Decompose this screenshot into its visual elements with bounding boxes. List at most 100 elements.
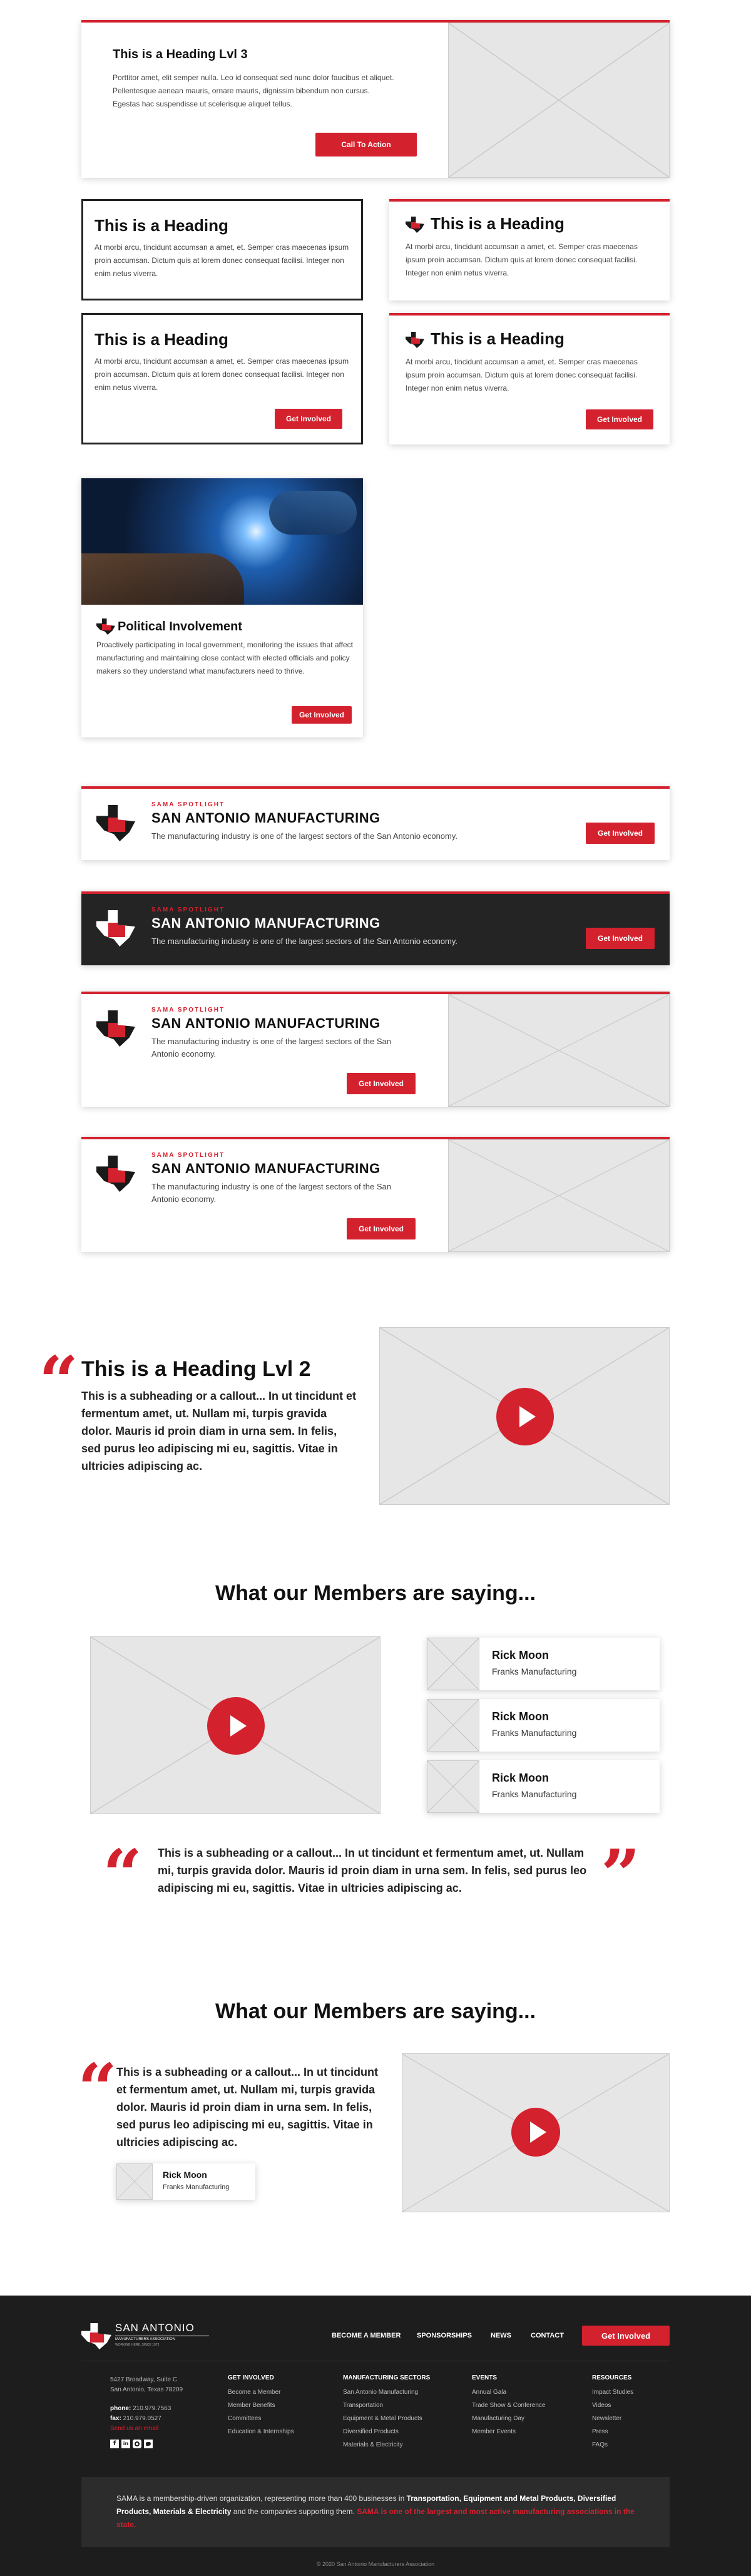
card-heading: This is a Heading [431,329,565,348]
column-link[interactable]: San Antonio Manufacturing [343,2386,418,2399]
get-involved-button[interactable]: Get Involved [275,409,342,429]
testimonial-card[interactable]: Rick Moon Franks Manufacturing [116,2163,255,2200]
logo-subtitle: MANUFACTURERS ASSOCIATION [115,2336,209,2341]
linkedin-icon[interactable]: in [121,2440,130,2448]
spotlight-kicker: SAMA SPOTLIGHT [151,1152,225,1159]
testimonial-card[interactable]: Rick Moon Franks Manufacturing [427,1638,660,1690]
card-body: At morbi arcu, tincidunt accumsan a amet… [95,243,349,278]
get-involved-button[interactable]: Get Involved [582,2326,670,2346]
nav-become-member[interactable]: BECOME A MEMBER [332,2332,401,2339]
sama-logo-icon [96,805,135,841]
card-body: At morbi arcu, tincidunt accumsan a amet… [406,357,638,393]
call-to-action-button[interactable]: Call To Action [315,133,417,157]
column-link[interactable]: Education & Internships [228,2425,294,2438]
footer-logo[interactable]: SAN ANTONIO MANUFACTURERS ASSOCIATION WO… [81,2321,210,2352]
column-link[interactable]: Member Benefits [228,2399,275,2412]
column-title: RESOURCES [592,2374,632,2381]
card-body: At morbi arcu, tincidunt accumsan a amet… [406,242,638,277]
nav-contact[interactable]: CONTACT [531,2332,564,2339]
political-involvement-card: Political Involvement Proactively partic… [81,478,363,737]
sama-logo-icon [81,2323,111,2349]
quote-mark: “ [78,2048,118,2129]
about-text: and the companies supporting them. [231,2507,357,2516]
video-placeholder[interactable] [402,2053,670,2212]
nav-news[interactable]: NEWS [491,2332,511,2339]
spotlight-card-image: SAMA SPOTLIGHT SAN ANTONIO MANUFACTURING… [81,992,670,1107]
email-link[interactable]: Send us an email [110,2422,158,2435]
card-body: Porttitor amet, elit semper nulla. Leo i… [113,73,394,108]
heading-card-button: This is a Heading At morbi arcu, tincidu… [81,313,363,444]
image-placeholder [448,23,670,178]
sama-logo-icon [96,1010,135,1047]
column-link[interactable]: Committees [228,2412,261,2425]
column-title: GET INVOLVED [228,2374,274,2381]
column-link[interactable]: Annual Gala [472,2386,506,2399]
twitter-icon[interactable] [144,2440,153,2448]
spotlight-title: SAN ANTONIO MANUFACTURING [151,810,381,826]
column-link[interactable]: Become a Member [228,2386,280,2399]
image-placeholder [448,1139,670,1252]
instagram-icon[interactable] [133,2440,141,2448]
card-heading: This is a Heading [95,216,228,235]
testimonial-quote: This is a subheading or a callout... In … [158,1847,587,1894]
site-footer: SAN ANTONIO MANUFACTURERS ASSOCIATION WO… [0,2296,751,2576]
column-link[interactable]: Equipment & Metal Products [343,2412,422,2425]
callout-heading: This is a Heading Lvl 2 [81,1357,311,1381]
testimonial-card[interactable]: Rick Moon Franks Manufacturing [427,1699,660,1752]
spotlight-desc: The manufacturing industry is one of the… [151,831,457,841]
address-line: San Antonio, Texas 78209 [110,2386,183,2393]
phone-number: 210.979.7563 [133,2405,171,2412]
column-link[interactable]: Member Events [472,2425,516,2438]
testimonial-name: Rick Moon [492,1710,549,1723]
facebook-icon[interactable]: f [110,2440,119,2448]
play-icon[interactable] [511,2108,560,2157]
video-placeholder[interactable] [90,1636,381,1814]
column-link[interactable]: Diversified Products [343,2425,399,2438]
spotlight-title: SAN ANTONIO MANUFACTURING [151,1161,381,1176]
card-heading: This is a Heading [431,214,565,233]
testimonial-company: Franks Manufacturing [492,1728,577,1738]
testimonial-name: Rick Moon [163,2170,207,2180]
spotlight-banner-light: SAMA SPOTLIGHT SAN ANTONIO MANUFACTURING… [81,786,670,860]
phone-label: phone: [110,2405,131,2412]
column-title: MANUFACTURING SECTORS [343,2374,431,2381]
fax-number: 210.979.0527 [123,2415,161,2422]
about-box: SAMA is a membership-driven organization… [81,2477,670,2547]
play-icon[interactable] [207,1697,265,1755]
get-involved-button[interactable]: Get Involved [586,409,653,429]
get-involved-button[interactable]: Get Involved [292,706,352,724]
play-icon[interactable] [496,1388,554,1445]
get-involved-button[interactable]: Get Involved [347,1073,416,1094]
column-link[interactable]: Manufacturing Day [472,2412,524,2425]
sama-logo-icon [96,1156,135,1192]
spotlight-kicker: SAMA SPOTLIGHT [151,801,225,808]
get-involved-button[interactable]: Get Involved [347,1218,416,1239]
column-link[interactable]: Newsletter [592,2412,621,2425]
column-link[interactable]: Transportation [343,2399,383,2412]
sama-logo-icon [406,332,424,348]
fax-label: fax: [110,2415,121,2422]
get-involved-button[interactable]: Get Involved [586,823,655,844]
testimonial-card[interactable]: Rick Moon Franks Manufacturing [427,1760,660,1813]
column-link[interactable]: Trade Show & Conference [472,2399,545,2412]
logo-tagline: WORKING HERE, SINCE 1973 [115,2343,160,2347]
heading-card: This is a Heading At morbi arcu, tincidu… [81,199,363,300]
video-placeholder[interactable] [379,1327,670,1505]
spotlight-card-image: SAMA SPOTLIGHT SAN ANTONIO MANUFACTURING… [81,1137,670,1252]
spotlight-desc: The manufacturing industry is one of the… [151,1182,391,1204]
spotlight-banner-dark: SAMA SPOTLIGHT SAN ANTONIO MANUFACTURING… [81,891,670,965]
sama-logo-icon [96,910,135,947]
heading-card-icon: This is a Heading At morbi arcu, tincidu… [389,199,670,300]
section-heading: What our Members are saying... [215,1581,536,1605]
column-title: EVENTS [472,2374,498,2381]
close-quote-mark: ” [601,1834,641,1915]
heading-card-icon-button: This is a Heading At morbi arcu, tincidu… [389,313,670,444]
about-text: SAMA is a membership-driven organization… [116,2494,407,2503]
get-involved-button[interactable]: Get Involved [586,928,655,949]
column-link[interactable]: FAQs [592,2438,608,2451]
column-link[interactable]: Impact Studies [592,2386,633,2399]
column-link[interactable]: Materials & Electricity [343,2438,403,2451]
column-link[interactable]: Videos [592,2399,611,2412]
nav-sponsorships[interactable]: SPONSORSHIPS [417,2332,472,2339]
column-link[interactable]: Press [592,2425,608,2438]
